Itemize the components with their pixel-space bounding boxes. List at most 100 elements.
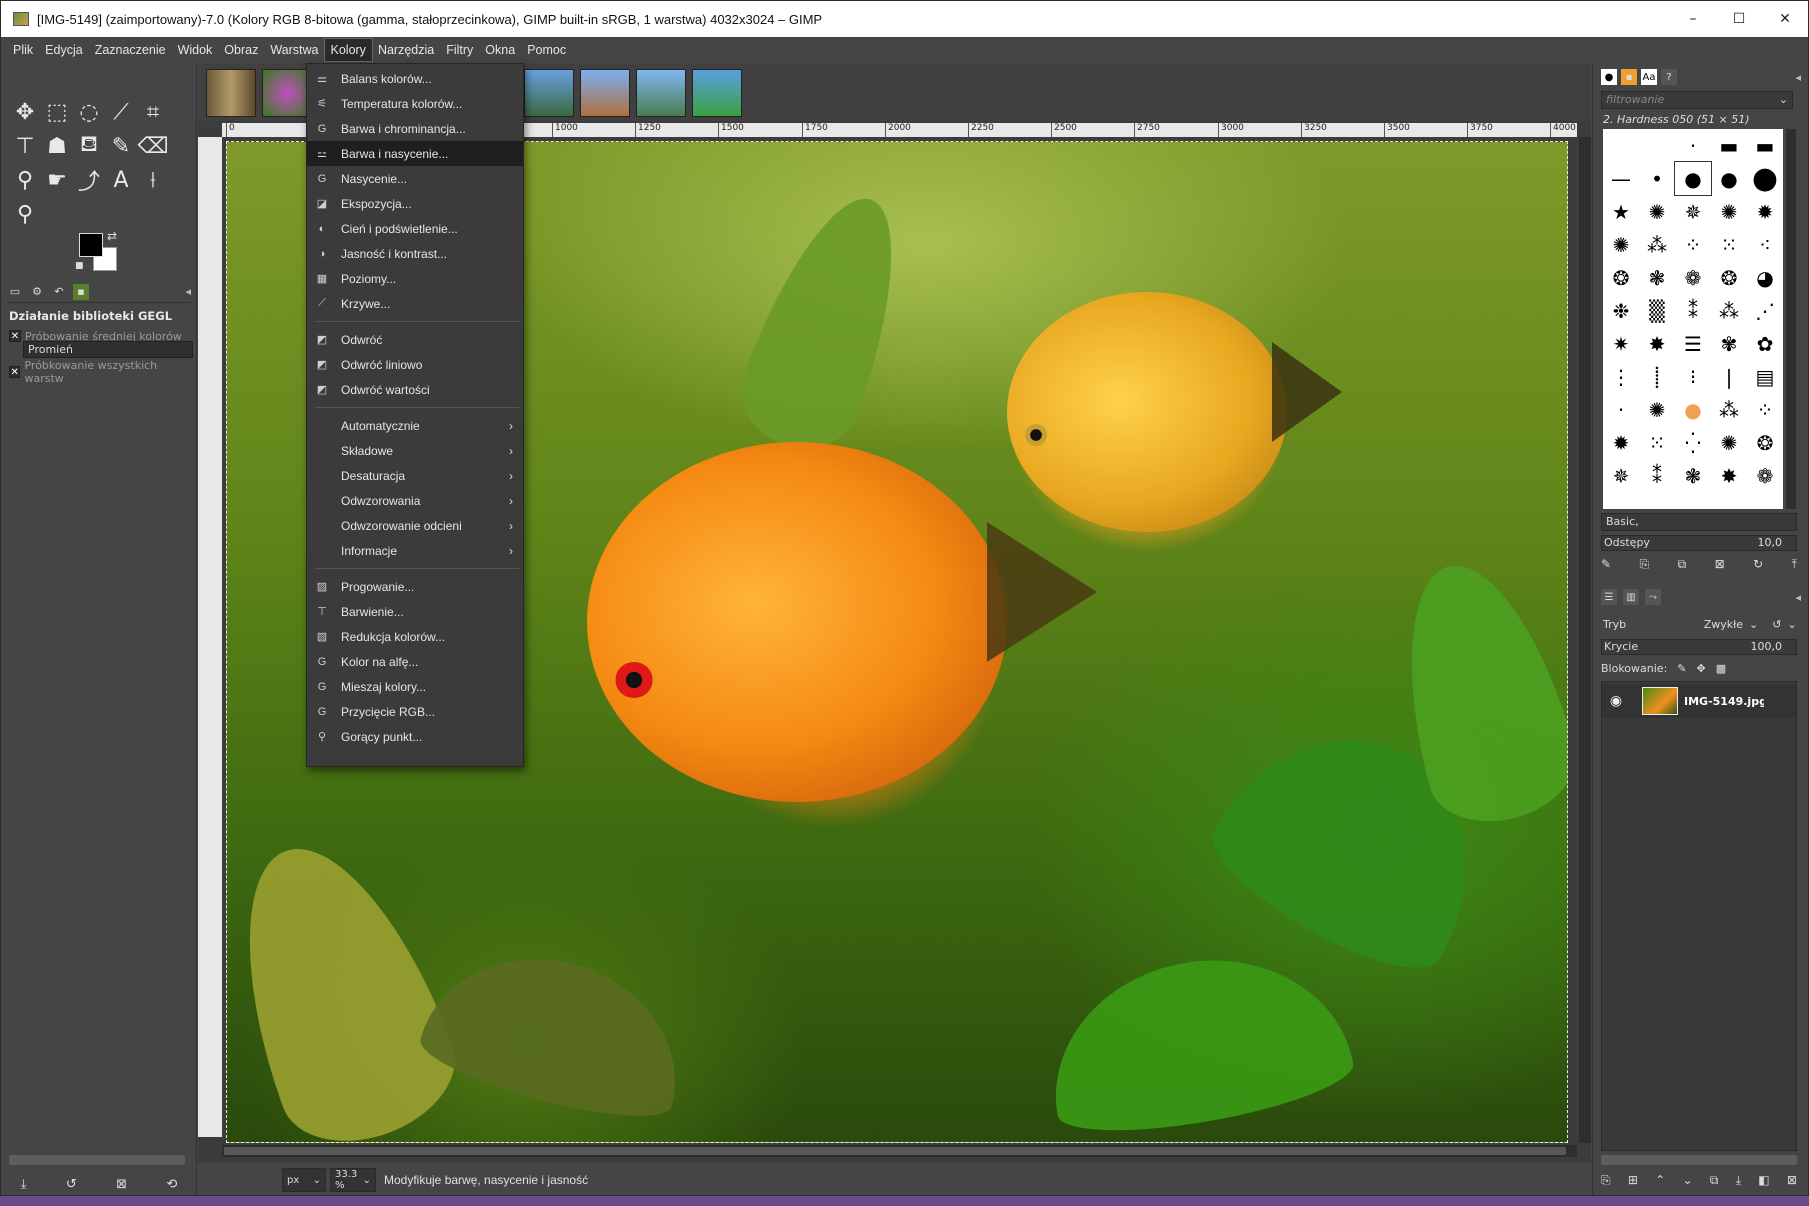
- brush-grid[interactable]: · ▬ ▬ — • ● ● ● ★ ✺ ✵ ✺ ✹ ✺ ⁂ ⁘ ⁙ ⁖ ❂ ❃ …: [1603, 129, 1783, 509]
- menu-edit[interactable]: Edycja: [39, 39, 89, 61]
- fg-bg-colors[interactable]: ⇄ ■: [75, 229, 123, 277]
- brush-preset-select[interactable]: Basic,: [1601, 513, 1797, 531]
- merge-layer-icon[interactable]: ⤓: [1736, 1173, 1741, 1193]
- panel-menu-icon[interactable]: ◂: [185, 285, 191, 298]
- menu-select[interactable]: Zaznaczenie: [89, 39, 172, 61]
- brush-item[interactable]: ❂: [1747, 426, 1783, 459]
- duplicate-brush-icon[interactable]: ⧉: [1678, 557, 1687, 577]
- layer-thumbnail[interactable]: [1642, 687, 1678, 715]
- brushes-tab-icon[interactable]: ●: [1601, 69, 1617, 85]
- unit-select[interactable]: px ⌄: [282, 1168, 326, 1192]
- brush-item[interactable]: ✹: [1747, 195, 1783, 228]
- brush-item[interactable]: ❁: [1747, 459, 1783, 492]
- menu-item-posterize[interactable]: ▧ Redukcja kolorów...: [307, 624, 523, 649]
- sample-merged-checkbox[interactable]: ✕: [9, 366, 21, 378]
- close-button[interactable]: ✕: [1762, 1, 1808, 37]
- patterns-tab-icon[interactable]: ▪: [1621, 69, 1637, 85]
- brush-item[interactable]: ⋮: [1603, 360, 1639, 393]
- menu-image[interactable]: Obraz: [218, 39, 264, 61]
- menu-item-auto[interactable]: ·Automatycznie›: [307, 413, 523, 438]
- eraser-tool-icon[interactable]: ⌫: [137, 129, 169, 163]
- images-tab-icon[interactable]: ▪: [73, 283, 89, 300]
- document-history-tab-icon[interactable]: ?: [1661, 69, 1677, 85]
- layer-row[interactable]: ◉ IMG-5149.jpg: [1602, 684, 1796, 718]
- menu-layer[interactable]: Warstwa: [264, 39, 324, 61]
- raise-layer-icon[interactable]: ⌃: [1655, 1173, 1665, 1193]
- brush-item[interactable]: —: [1603, 162, 1639, 195]
- text-tool-icon[interactable]: A: [105, 163, 137, 197]
- brush-item[interactable]: [1603, 129, 1639, 162]
- layer-mode-row[interactable]: Tryb Zwykłe ⌄ ↺ ⌄: [1601, 613, 1801, 635]
- paintbrush-tool-icon[interactable]: ✎: [105, 129, 137, 163]
- menu-item-invert[interactable]: ◩ Odwróć: [307, 327, 523, 352]
- sample-merged-row[interactable]: ✕ Próbkowanie wszystkich warstw: [9, 359, 191, 385]
- menu-filters[interactable]: Filtry: [440, 39, 479, 61]
- menu-item-saturation[interactable]: G Nasycenie...: [307, 166, 523, 191]
- edit-brush-icon[interactable]: ✎: [1601, 557, 1611, 577]
- menu-item-components[interactable]: ·Składowe›: [307, 438, 523, 463]
- menu-item-hue-saturation[interactable]: ⚍ Barwa i nasycenie...: [307, 141, 523, 166]
- panel-menu-icon[interactable]: ◂: [1795, 591, 1801, 604]
- brush-item[interactable]: ●: [1747, 161, 1783, 196]
- brush-item[interactable]: ✺: [1603, 228, 1639, 261]
- menu-view[interactable]: Widok: [172, 39, 219, 61]
- swap-colors-icon[interactable]: ⇄: [107, 229, 117, 243]
- brush-item-selected[interactable]: ●: [1674, 161, 1712, 196]
- brush-item[interactable]: ✾: [1711, 327, 1747, 360]
- unified-transform-tool-icon[interactable]: ⊤: [9, 129, 41, 163]
- crop-tool-icon[interactable]: ⌗: [137, 95, 169, 129]
- toolbox-scrollbar[interactable]: [9, 1155, 185, 1165]
- image-tab-thumb[interactable]: [580, 69, 630, 117]
- brush-item[interactable]: ⁘: [1675, 228, 1711, 261]
- foreground-color[interactable]: [79, 233, 103, 257]
- move-tool-icon[interactable]: ✥: [9, 95, 41, 129]
- brush-item[interactable]: ·: [1603, 393, 1639, 426]
- menu-item-curves[interactable]: ⟋ Krzywe...: [307, 291, 523, 316]
- panel-menu-icon[interactable]: ◂: [1795, 71, 1801, 84]
- zoom-tool-icon[interactable]: ⚲: [9, 197, 41, 231]
- radius-field[interactable]: Promień: [23, 341, 193, 358]
- menu-item-threshold[interactable]: ▨ Progowanie...: [307, 574, 523, 599]
- menu-item-shadows-highlights[interactable]: ◐ Cień i podświetlenie...: [307, 216, 523, 241]
- warp-tool-icon[interactable]: ☗: [41, 129, 73, 163]
- menu-item-color-temperature[interactable]: ⚟ Temperatura kolorów...: [307, 91, 523, 116]
- bucket-fill-tool-icon[interactable]: ⛾: [73, 129, 105, 163]
- menu-item-color-to-alpha[interactable]: G Kolor na alfę...: [307, 649, 523, 674]
- brush-filter-input[interactable]: filtrowanie ⌄: [1601, 91, 1793, 109]
- color-picker-tool-icon[interactable]: ⟊: [137, 163, 169, 197]
- vertical-scrollbar[interactable]: [1579, 137, 1591, 1143]
- brush-item[interactable]: •: [1639, 162, 1675, 195]
- paths-tool-icon[interactable]: ⤴: [73, 163, 105, 197]
- menu-item-value-invert[interactable]: ◩ Odwróć wartości: [307, 377, 523, 402]
- brush-item[interactable]: ⁝: [1675, 360, 1711, 393]
- layers-scrollbar[interactable]: [1601, 1155, 1797, 1165]
- scrollbar-thumb[interactable]: [224, 1147, 1566, 1155]
- brush-item[interactable]: ❁: [1675, 261, 1711, 294]
- layer-name[interactable]: IMG-5149.jpg: [1684, 695, 1764, 708]
- reset-mode-icon[interactable]: ↺: [1772, 618, 1781, 631]
- brush-item[interactable]: ❂: [1603, 261, 1639, 294]
- brush-item[interactable]: ❂: [1711, 261, 1747, 294]
- delete-layer-icon[interactable]: ⊠: [1787, 1173, 1797, 1193]
- menu-colors[interactable]: Kolory: [323, 38, 373, 62]
- new-brush-icon[interactable]: ⎘: [1640, 557, 1650, 577]
- opacity-slider[interactable]: Krycie 100,0: [1601, 639, 1797, 655]
- brush-item[interactable]: ⁂: [1639, 228, 1675, 261]
- mode-value[interactable]: Zwykłe: [1673, 618, 1743, 631]
- brush-item[interactable]: ·: [1675, 129, 1711, 162]
- brush-item[interactable]: ❘: [1711, 360, 1747, 393]
- reset-options-icon[interactable]: ⟲: [166, 1177, 177, 1192]
- smudge-tool-icon[interactable]: ☛: [41, 163, 73, 197]
- brush-item[interactable]: ◕: [1747, 261, 1783, 294]
- menu-file[interactable]: Plik: [7, 39, 39, 61]
- menu-tools[interactable]: Narzędzia: [372, 39, 440, 61]
- device-status-tab-icon[interactable]: ⚙: [29, 284, 45, 300]
- brush-item[interactable]: ▬: [1747, 129, 1783, 162]
- menu-item-rgb-clip[interactable]: G Przycięcie RGB...: [307, 699, 523, 724]
- brush-item[interactable]: ✸: [1639, 327, 1675, 360]
- menu-item-desaturate[interactable]: ·Desaturacja›: [307, 463, 523, 488]
- brush-scrollbar[interactable]: [1786, 129, 1796, 509]
- sample-average-checkbox[interactable]: ✕: [9, 330, 21, 342]
- zoom-select[interactable]: 33.3 % ⌄: [330, 1168, 376, 1192]
- brush-item[interactable]: ✷: [1603, 327, 1639, 360]
